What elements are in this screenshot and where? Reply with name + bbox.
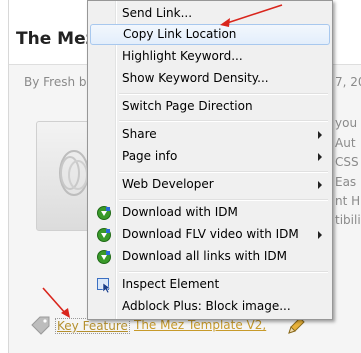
menu-separator xyxy=(119,120,328,122)
post-title[interactable]: The Mez xyxy=(16,29,96,49)
idm-icon xyxy=(97,250,111,264)
submenu-arrow-icon xyxy=(318,231,322,239)
menu-item-label: Download with IDM xyxy=(122,205,238,219)
menu-separator xyxy=(119,271,328,273)
menu-item-download-all-links-with-idm[interactable]: Download all links with IDM xyxy=(90,246,330,267)
menu-item-label: Send Link... xyxy=(122,6,193,20)
menu-item-label: Inspect Element xyxy=(122,277,220,291)
menu-item-inspect-element[interactable]: Inspect Element xyxy=(90,274,330,295)
submenu-arrow-icon xyxy=(318,153,322,161)
tag-link-mez-template[interactable]: The Mez Template V2, xyxy=(134,318,266,332)
menu-item-download-with-idm[interactable]: Download with IDM xyxy=(90,202,330,223)
menu-separator xyxy=(119,171,328,173)
side-text-line: tibili xyxy=(335,213,361,227)
menu-item-highlight-keyword[interactable]: Highlight Keyword... xyxy=(90,46,330,67)
menu-item-adblock-block-image[interactable]: Adblock Plus: Block image... xyxy=(90,296,330,317)
menu-item-show-keyword-density[interactable]: Show Keyword Density... xyxy=(90,68,330,89)
side-text-line: CSS xyxy=(335,155,359,169)
menu-item-page-info[interactable]: Page info xyxy=(90,146,330,167)
menu-item-label: Download all links with IDM xyxy=(122,249,287,263)
menu-separator xyxy=(119,93,328,95)
post-date: 7, 201 xyxy=(335,75,361,89)
submenu-arrow-icon xyxy=(318,131,322,139)
menu-item-label: Switch Page Direction xyxy=(122,99,253,113)
annotation-arrow-icon xyxy=(42,287,70,318)
side-text-line: Aut xyxy=(335,136,356,150)
post-byline: By Fresh b xyxy=(24,75,87,89)
menu-item-label: Share xyxy=(122,127,157,141)
annotation-arrow-icon xyxy=(220,4,283,27)
side-text-line: Eas xyxy=(335,175,357,189)
menu-item-web-developer[interactable]: Web Developer xyxy=(90,174,330,195)
menu-item-download-flv-with-idm[interactable]: Download FLV video with IDM xyxy=(90,224,330,245)
menu-item-label: Download FLV video with IDM xyxy=(122,227,299,241)
menu-item-label: Adblock Plus: Block image... xyxy=(122,299,291,313)
idm-icon xyxy=(97,206,111,220)
menu-item-label: Highlight Keyword... xyxy=(122,49,243,63)
menu-item-label: Show Keyword Density... xyxy=(122,71,269,85)
menu-item-label: Page info xyxy=(122,149,178,163)
context-menu: Send Link... Copy Link Location Highligh… xyxy=(87,0,333,320)
side-text-line: you xyxy=(335,116,358,130)
submenu-arrow-icon xyxy=(318,181,322,189)
menu-item-share[interactable]: Share xyxy=(90,124,330,145)
menu-separator xyxy=(119,199,328,201)
idm-icon xyxy=(97,228,111,242)
menu-item-switch-page-direction[interactable]: Switch Page Direction xyxy=(90,96,330,117)
side-text-line: nt Hig xyxy=(335,194,361,208)
menu-item-label: Web Developer xyxy=(122,177,214,191)
inspect-icon xyxy=(97,278,112,293)
